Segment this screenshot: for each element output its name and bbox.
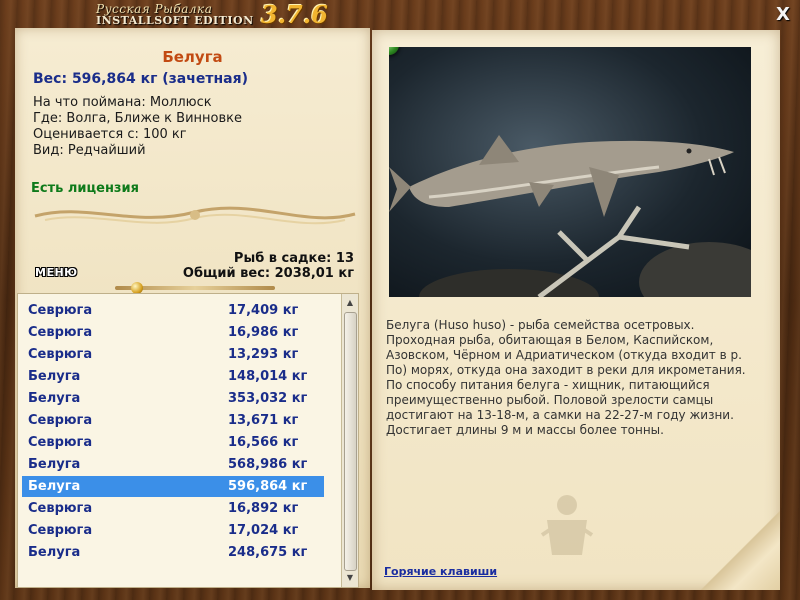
fish-photo bbox=[389, 47, 751, 297]
catch-list[interactable]: Севрюга 17,409 кг Севрюга 16,986 кг Севрюга 1… bbox=[17, 293, 359, 588]
fish-species: Белуга bbox=[28, 545, 81, 560]
close-button[interactable]: X bbox=[774, 6, 792, 24]
list-item[interactable]: Севрюга 13,671 кг bbox=[22, 410, 324, 431]
scroll-down-icon[interactable]: ▼ bbox=[342, 571, 358, 585]
page-curl bbox=[700, 510, 780, 590]
fish-species: Белуга bbox=[28, 479, 81, 494]
list-item[interactable]: Белуга 353,032 кг bbox=[22, 388, 324, 409]
ornament-divider bbox=[34, 206, 356, 225]
fish-weight-value: 248,675 кг bbox=[228, 545, 308, 560]
scroll-thumb[interactable] bbox=[344, 312, 357, 571]
fish-weight-value: 13,671 кг bbox=[228, 413, 299, 428]
hotkeys-link[interactable]: Горячие клавиши bbox=[384, 565, 497, 578]
list-item[interactable]: Севрюга 17,024 кг bbox=[22, 520, 324, 541]
list-item[interactable]: Белуга 248,675 кг bbox=[22, 542, 324, 563]
fish-weight-value: 568,986 кг bbox=[228, 457, 308, 472]
list-item[interactable]: Севрюга 16,986 кг bbox=[22, 322, 324, 343]
fish-description: Белуга (Huso huso) - рыба семейства осет… bbox=[386, 318, 746, 437]
list-item[interactable]: Севрюга 17,409 кг bbox=[22, 300, 324, 321]
list-item[interactable]: Севрюга 13,293 кг bbox=[22, 344, 324, 365]
fish-species: Севрюга bbox=[28, 435, 93, 450]
location-info: Где: Волга, Ближе к Винновке bbox=[33, 111, 243, 126]
fish-weight-value: 13,293 кг bbox=[228, 347, 299, 362]
bait-info: На что поймана: Моллюск bbox=[33, 95, 212, 110]
list-item[interactable]: Белуга 148,014 кг bbox=[22, 366, 324, 387]
fish-species: Севрюга bbox=[28, 325, 93, 340]
fish-weight-value: 17,024 кг bbox=[228, 523, 299, 538]
scrollbar[interactable]: ▲ ▼ bbox=[341, 294, 358, 587]
beluga-photo-illustration bbox=[389, 135, 751, 297]
app-logo: Русская Рыбалка INSTALLSOFT EDITION 3.7.… bbox=[96, 0, 328, 29]
list-item[interactable]: Севрюга 16,892 кг bbox=[22, 498, 324, 519]
list-item[interactable]: Белуга 568,986 кг bbox=[22, 454, 324, 475]
fisherman-watermark-icon bbox=[540, 495, 594, 555]
menu-button[interactable]: МЕНЮ bbox=[35, 266, 78, 279]
license-status: Есть лицензия bbox=[31, 181, 139, 196]
fish-weight-value: 148,014 кг bbox=[228, 369, 308, 384]
fish-details-panel: Белуга (Huso huso) - рыба семейства осет… bbox=[372, 30, 780, 590]
fish-count: Рыб в садке: 13 bbox=[233, 251, 354, 266]
total-weight: Общий вес: 2038,01 кг bbox=[182, 266, 354, 281]
fish-weight-value: 16,986 кг bbox=[228, 325, 299, 340]
fish-name: Белуга bbox=[162, 48, 223, 66]
fish-species: Севрюга bbox=[28, 347, 93, 362]
fish-species: Севрюга bbox=[28, 413, 93, 428]
fish-species: Севрюга bbox=[28, 523, 93, 538]
fish-weight-value: 16,566 кг bbox=[228, 435, 299, 450]
fish-weight-value: 596,864 кг bbox=[228, 479, 308, 494]
fish-weight: Вес: 596,864 кг (зачетная) bbox=[33, 71, 248, 87]
list-item[interactable]: Белуга 596,864 кг bbox=[22, 476, 324, 497]
fish-species: Севрюга bbox=[28, 501, 93, 516]
fish-weight-value: 16,892 кг bbox=[228, 501, 299, 516]
logo-edition: INSTALLSOFT EDITION bbox=[96, 14, 254, 27]
fish-weight-value: 17,409 кг bbox=[228, 303, 299, 318]
fish-info-panel: Белуга Вес: 596,864 кг (зачетная) На что… bbox=[15, 28, 370, 588]
list-item[interactable]: Севрюга 16,566 кг bbox=[22, 432, 324, 453]
fish-species: Севрюга bbox=[28, 303, 93, 318]
fish-species: Белуга bbox=[28, 457, 81, 472]
fish-species: Белуга bbox=[28, 391, 81, 406]
logo-version: 3.7.6 bbox=[261, 0, 328, 29]
scroll-up-icon[interactable]: ▲ bbox=[342, 296, 358, 310]
fish-species: Белуга bbox=[28, 369, 81, 384]
value-info: Оценивается с: 100 кг bbox=[33, 127, 187, 142]
catch-list-items: Севрюга 17,409 кг Севрюга 16,986 кг Севрюга 1… bbox=[18, 294, 340, 587]
fish-weight-value: 353,032 кг bbox=[228, 391, 308, 406]
rarity-info: Вид: Редчайший bbox=[33, 143, 146, 158]
